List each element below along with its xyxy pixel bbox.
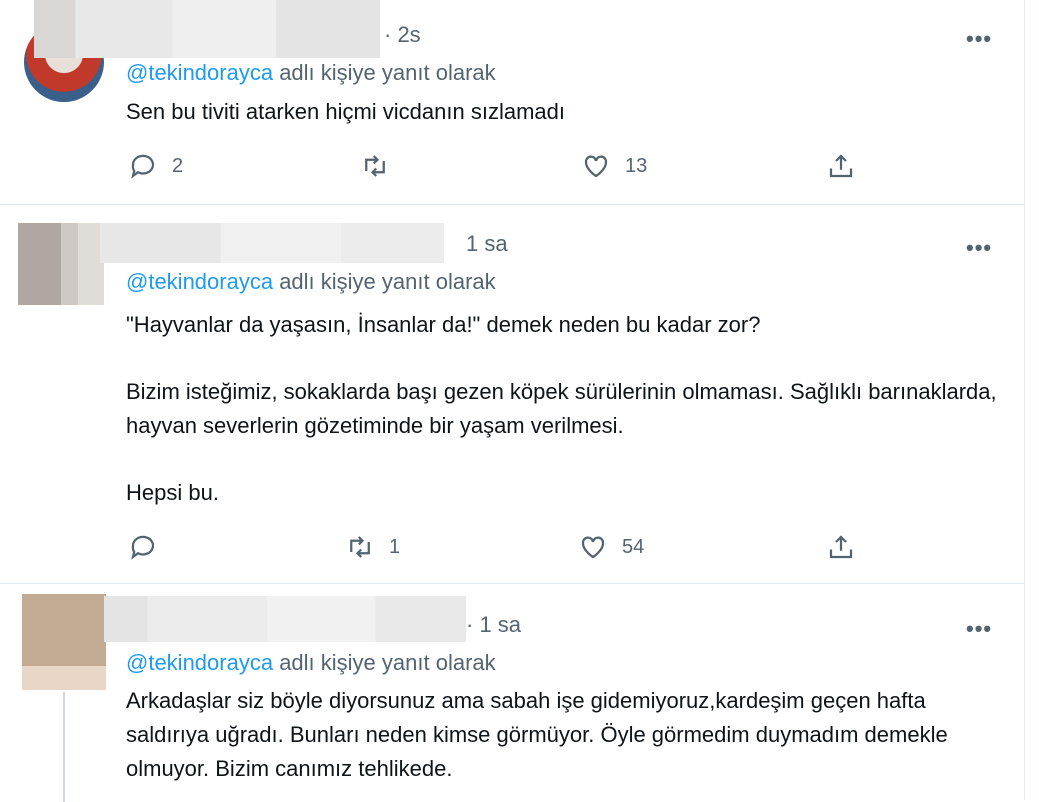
share-icon (829, 535, 853, 559)
more-icon[interactable]: ••• (966, 28, 992, 50)
timeline-border (1024, 0, 1025, 800)
tweet-time[interactable]: · 1 sa (466, 612, 521, 638)
replying-to: @tekindorayca adlı kişiye yanıt olarak (126, 269, 496, 294)
tweet-2[interactable]: 1 sa ••• @tekindorayca adlı kişiye yanıt… (0, 205, 1024, 583)
share-button[interactable] (826, 532, 856, 562)
tweet-3[interactable]: · 1 sa ••• @tekindorayca adlı kişiye yan… (0, 584, 1024, 802)
tweet-time[interactable]: · 2s (384, 22, 421, 48)
blurred-avatar[interactable] (22, 594, 106, 690)
retweet-button[interactable] (360, 151, 404, 181)
more-icon[interactable]: ••• (966, 237, 992, 259)
more-icon[interactable]: ••• (966, 618, 992, 640)
reply-icon (131, 154, 155, 179)
like-icon (584, 155, 608, 178)
reply-handle-link[interactable]: @tekindorayca (126, 650, 273, 675)
retweet-count: 1 (389, 535, 401, 558)
reply-count: 2 (172, 154, 184, 177)
blurred-username (100, 223, 444, 263)
share-icon (829, 154, 853, 178)
reply-handle-link[interactable]: @tekindorayca (126, 269, 273, 294)
tweet-text: "Hayvanlar da yaşasın, İnsanlar da!" dem… (126, 312, 997, 505)
retweet-icon (365, 155, 385, 177)
retweet-icon (350, 536, 370, 558)
replying-to: @tekindorayca adlı kişiye yanıt olarak (126, 60, 496, 85)
retweet-button[interactable]: 1 (345, 532, 400, 562)
blurred-avatar[interactable] (18, 223, 104, 305)
tweet-text: Arkadaşlar siz böyle diyorsunuz ama saba… (126, 688, 954, 781)
like-count: 54 (622, 535, 645, 558)
thread-line (63, 692, 65, 802)
tweet-1[interactable]: · 2s ••• @tekindorayca adlı kişiye yanıt… (0, 0, 1024, 204)
reply-button[interactable] (128, 532, 172, 562)
like-button[interactable]: 54 (578, 532, 644, 562)
like-count: 13 (625, 154, 648, 177)
blurred-username (34, 0, 380, 58)
tweet-time[interactable]: 1 sa (466, 231, 508, 257)
reply-icon (131, 535, 155, 560)
share-button[interactable] (826, 151, 856, 181)
tweet-text: Sen bu tiviti atarken hiçmi vicdanın sız… (126, 99, 565, 124)
reply-handle-link[interactable]: @tekindorayca (126, 60, 273, 85)
reply-button[interactable]: 2 (128, 151, 183, 181)
like-icon (581, 536, 605, 559)
like-button[interactable]: 13 (581, 151, 647, 181)
replying-to: @tekindorayca adlı kişiye yanıt olarak (126, 650, 496, 675)
blurred-username (104, 596, 466, 642)
